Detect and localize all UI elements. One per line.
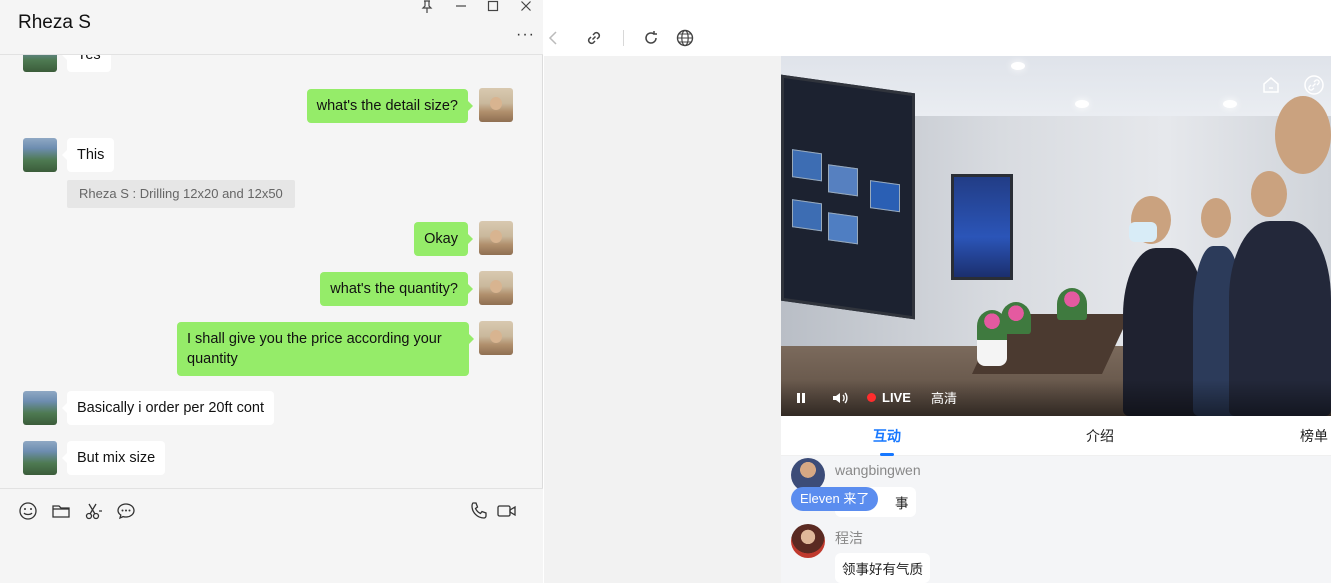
globe-icon[interactable] (675, 28, 695, 48)
live-indicator-dot (867, 393, 876, 402)
comment-bubble: 领事好有气质 (835, 553, 930, 583)
chat-header: Rheza S ··· (0, 0, 543, 55)
video-scene (1251, 171, 1287, 217)
tab-ranking[interactable]: 榜单 (1300, 426, 1328, 446)
scissors-icon[interactable] (84, 501, 104, 521)
link-icon[interactable] (584, 28, 604, 48)
chat-window: Rheza S ··· Yes what's the detail size? … (0, 0, 543, 583)
contact-avatar[interactable] (23, 138, 57, 172)
video-call-icon[interactable] (496, 501, 516, 521)
contact-avatar[interactable] (23, 391, 57, 425)
chat-title: Rheza S (18, 12, 91, 33)
message-bubble-received[interactable]: This (61, 138, 115, 172)
tab-interaction[interactable]: 互动 (873, 426, 901, 446)
video-scene (1075, 100, 1089, 108)
contact-avatar[interactable] (23, 441, 57, 475)
contact-avatar[interactable] (23, 55, 57, 72)
close-icon[interactable] (515, 0, 537, 14)
maximize-icon[interactable] (482, 0, 504, 14)
message-bubble-sent[interactable]: what's the quantity? (320, 272, 473, 306)
my-avatar[interactable] (479, 321, 513, 355)
message-bubble-sent[interactable]: I shall give you the price according you… (177, 322, 474, 376)
my-avatar[interactable] (479, 271, 513, 305)
chat-history-icon[interactable] (116, 501, 136, 521)
commenter-name: wangbingwen (835, 462, 921, 478)
my-avatar[interactable] (479, 88, 513, 122)
message-bubble-received[interactable]: Basically i order per 20ft cont (62, 391, 274, 425)
message-bubble-sent[interactable]: what's the detail size? (306, 89, 474, 123)
emoji-icon[interactable] (18, 501, 38, 521)
browser-toolbar (544, 0, 1331, 56)
pin-icon[interactable] (416, 0, 438, 14)
video-scene (1201, 198, 1231, 238)
home-icon[interactable] (1260, 74, 1282, 96)
commenter-avatar[interactable] (791, 524, 825, 558)
quality-selector[interactable]: 高清 (931, 388, 957, 407)
more-options-button[interactable]: ··· (516, 26, 535, 44)
tab-intro[interactable]: 介绍 (1086, 426, 1114, 446)
video-scene (781, 74, 915, 320)
minimize-icon[interactable] (450, 0, 472, 14)
video-scene (1275, 96, 1331, 174)
video-scene (1129, 222, 1157, 242)
live-tabs: 互动 介绍 榜单 (781, 416, 1331, 456)
live-video-player[interactable]: LIVE 高清 (781, 56, 1331, 416)
message-list[interactable]: Yes what's the detail size? This Rheza S… (0, 55, 543, 488)
back-icon[interactable] (544, 28, 564, 48)
message-bubble-sent[interactable]: Okay (414, 222, 473, 256)
join-notice-badge: Eleven 来了 (791, 487, 879, 511)
toolbar-divider (623, 30, 624, 46)
pause-icon[interactable] (795, 391, 807, 405)
message-bubble-received[interactable]: But mix size (61, 441, 166, 475)
share-link-icon[interactable] (1303, 74, 1325, 96)
volume-icon[interactable] (831, 389, 849, 407)
folder-icon[interactable] (51, 501, 71, 521)
video-scene (951, 174, 1013, 280)
video-controls-bar (781, 380, 1331, 416)
commenter-name: 程洁 (835, 530, 863, 546)
my-avatar[interactable] (479, 221, 513, 255)
quoted-message[interactable]: Rheza S : Drilling 12x20 and 12x50 (67, 180, 295, 208)
live-label: LIVE (882, 390, 911, 405)
video-scene (1011, 62, 1025, 70)
video-scene (977, 340, 1007, 366)
video-scene (1223, 100, 1237, 108)
refresh-icon[interactable] (641, 28, 661, 48)
video-scene (1057, 288, 1087, 320)
message-bubble-received[interactable]: Yes (62, 55, 111, 72)
browser-side-area (544, 56, 781, 583)
video-scene (1001, 302, 1031, 334)
chat-toolbar (0, 488, 543, 583)
phone-icon[interactable] (469, 501, 489, 521)
comment-list[interactable]: wangbingwen 事 程洁 领事好有气质 (781, 456, 1331, 583)
